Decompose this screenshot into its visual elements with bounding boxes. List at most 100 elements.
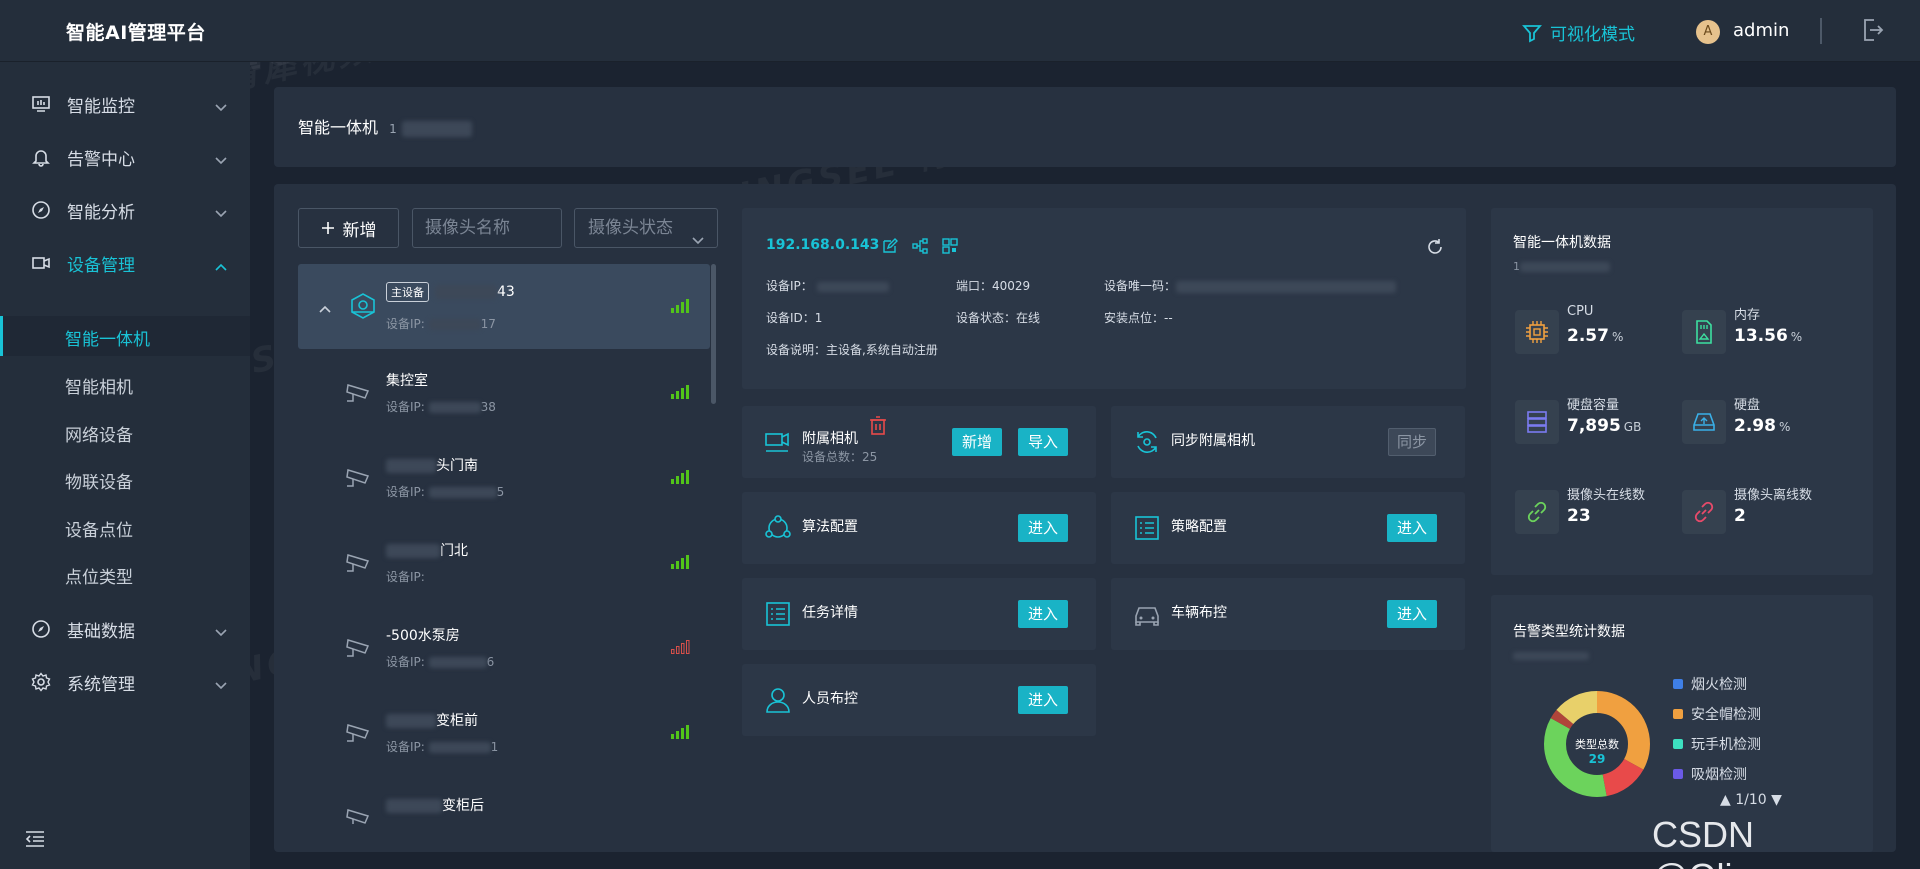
- device-stats-card: 智能一体机数据 1 CPU 2.57% 内存 13.56% 硬盘容量 7,895…: [1491, 208, 1873, 575]
- redacted-text: [435, 285, 497, 299]
- stat-online-cameras: 摄像头在线数 23: [1515, 484, 1675, 544]
- redacted-text: [428, 487, 497, 498]
- cctv-camera-icon: [344, 549, 374, 579]
- sidebar-item-label: 智能监控: [67, 96, 135, 117]
- logout-button[interactable]: [1862, 18, 1884, 46]
- sidebar-item-analysis[interactable]: 智能分析: [0, 188, 250, 232]
- device-ip-row: 设备IP：: [766, 277, 889, 294]
- collapse-sidebar-button[interactable]: [25, 830, 45, 852]
- sidebar-sub-iot[interactable]: 物联设备: [0, 459, 250, 499]
- add-sub-camera-button[interactable]: 新增: [952, 428, 1003, 456]
- car-icon: [1133, 600, 1161, 632]
- camera-icon: [31, 253, 51, 278]
- device-uid-row: 设备唯一码：: [1104, 277, 1397, 294]
- tile-title: 附属相机: [802, 431, 858, 447]
- enter-vehicle-button[interactable]: 进入: [1387, 600, 1438, 628]
- tile-algorithm: 算法配置 进入: [742, 492, 1096, 564]
- add-camera-button[interactable]: 新增: [298, 208, 399, 248]
- list-item[interactable]: -500水泵房 设备IP: 6: [298, 605, 710, 690]
- enter-policy-button[interactable]: 进入: [1387, 514, 1438, 542]
- sync-button[interactable]: 同步: [1388, 428, 1437, 456]
- list-item[interactable]: 头门南 设备IP: 5: [298, 435, 710, 520]
- enter-algorithm-button[interactable]: 进入: [1018, 514, 1069, 542]
- device-ip: 设备IP:: [386, 570, 425, 584]
- legend-item[interactable]: 烟火检测: [1673, 674, 1747, 694]
- cctv-camera-icon: [344, 804, 374, 824]
- cctv-camera-icon: [344, 464, 374, 494]
- device-list-scrollbar[interactable]: [711, 264, 716, 404]
- sidebar-item-device[interactable]: 设备管理: [0, 241, 250, 285]
- sidebar-item-base-data[interactable]: 基础数据: [0, 607, 250, 651]
- refresh-icon: [1428, 239, 1442, 254]
- list-item[interactable]: 门北 设备IP:: [298, 520, 710, 605]
- alarm-subtitle: [1513, 645, 1589, 664]
- monitor-icon: [31, 94, 51, 119]
- tile-title: 任务详情: [802, 605, 858, 621]
- broken-link-icon: [1682, 490, 1726, 534]
- sidebar-item-label: 系统管理: [67, 674, 135, 695]
- device-info-card: 192.168.0.143 设备IP： 端口：40029 设备唯一码： 设备ID…: [742, 208, 1466, 389]
- delete-icon[interactable]: [868, 415, 890, 441]
- enter-person-button[interactable]: 进入: [1018, 686, 1069, 714]
- device-ip-title: 192.168.0.143: [766, 237, 880, 253]
- sidebar-sub-point[interactable]: 设备点位: [0, 507, 250, 547]
- list-item[interactable]: 主设备 43 设备IP: 17: [298, 264, 710, 349]
- plus-icon: [321, 222, 334, 234]
- person-icon: [764, 686, 792, 718]
- device-ip: 设备IP: 38: [386, 400, 496, 414]
- sidebar-item-label: 设备点位: [65, 521, 133, 541]
- chevron-up-icon: [318, 299, 332, 318]
- redacted-text: [386, 459, 436, 473]
- topology-icon[interactable]: [912, 238, 928, 254]
- legend-pager[interactable]: ▲ 1/10 ▼: [1720, 792, 1782, 808]
- header-divider: [1820, 18, 1822, 44]
- sidebar-item-label: 基础数据: [67, 621, 135, 642]
- device-ip: 设备IP: 17: [386, 317, 496, 331]
- main-device-tag: 主设备: [386, 282, 429, 302]
- legend-item[interactable]: 安全帽检测: [1673, 704, 1761, 724]
- viz-mode-button[interactable]: 可视化模式: [1522, 20, 1635, 45]
- tile-person: 人员布控 进入: [742, 664, 1096, 736]
- device-list: 主设备 43 设备IP: 17 集控室 设备IP: 38 头门南 设备IP: 5 …: [298, 264, 712, 824]
- sidebar-item-monitor[interactable]: 智能监控: [0, 82, 250, 126]
- chevron-up-icon: [214, 257, 228, 277]
- legend-item[interactable]: 吸烟检测: [1673, 764, 1747, 784]
- import-camera-button[interactable]: 导入: [1018, 428, 1069, 456]
- sidebar-item-system[interactable]: 系统管理: [0, 660, 250, 704]
- chevron-down-icon: [691, 222, 705, 260]
- page-title: 智能一体机 1: [298, 114, 472, 138]
- legend-swatch: [1673, 679, 1683, 689]
- legend-item[interactable]: 玩手机检测: [1673, 734, 1761, 754]
- list-item[interactable]: 集控室 设备IP: 38: [298, 350, 710, 435]
- chevron-down-icon: [214, 676, 228, 696]
- refresh-button[interactable]: [1426, 238, 1444, 260]
- stat-label: 摄像头离线数: [1734, 488, 1813, 503]
- camera-status-select[interactable]: 摄像头状态: [574, 208, 718, 248]
- signal-good-icon: [671, 384, 691, 403]
- camera-name-input[interactable]: [412, 208, 562, 248]
- redacted-text: [428, 657, 487, 668]
- qrcode-icon[interactable]: [942, 238, 958, 254]
- tile-sync-cameras: 同步附属相机 同步: [1111, 406, 1465, 478]
- stat-value: 2: [1734, 506, 1746, 526]
- sidebar-sub-smart-camera[interactable]: 智能相机: [0, 364, 250, 404]
- sidebar-sub-network[interactable]: 网络设备: [0, 412, 250, 452]
- stat-offline-cameras: 摄像头离线数 2: [1682, 484, 1842, 544]
- algorithm-icon: [764, 514, 792, 546]
- sidebar-item-alarm[interactable]: 告警中心: [0, 135, 250, 179]
- csdn-watermark: CSDN @Oliverro: [1652, 814, 1815, 869]
- stat-value: 23: [1567, 506, 1591, 526]
- list-item[interactable]: 变柜前 设备IP: 1: [298, 690, 710, 775]
- enter-task-button[interactable]: 进入: [1018, 600, 1069, 628]
- redacted-text: [386, 799, 442, 813]
- cpu-icon: [1515, 310, 1559, 354]
- edit-icon[interactable]: [882, 238, 898, 254]
- legend-label: 玩手机检测: [1691, 737, 1761, 753]
- sidebar-sub-ai-box[interactable]: 智能一体机: [0, 316, 250, 356]
- avatar[interactable]: A: [1696, 20, 1720, 44]
- signal-good-icon: [671, 554, 691, 573]
- sidebar-sub-point-type[interactable]: 点位类型: [0, 554, 250, 594]
- stats-title: 智能一体机数据: [1513, 235, 1611, 251]
- list-item[interactable]: 变柜后: [298, 775, 710, 824]
- username[interactable]: admin: [1733, 20, 1789, 41]
